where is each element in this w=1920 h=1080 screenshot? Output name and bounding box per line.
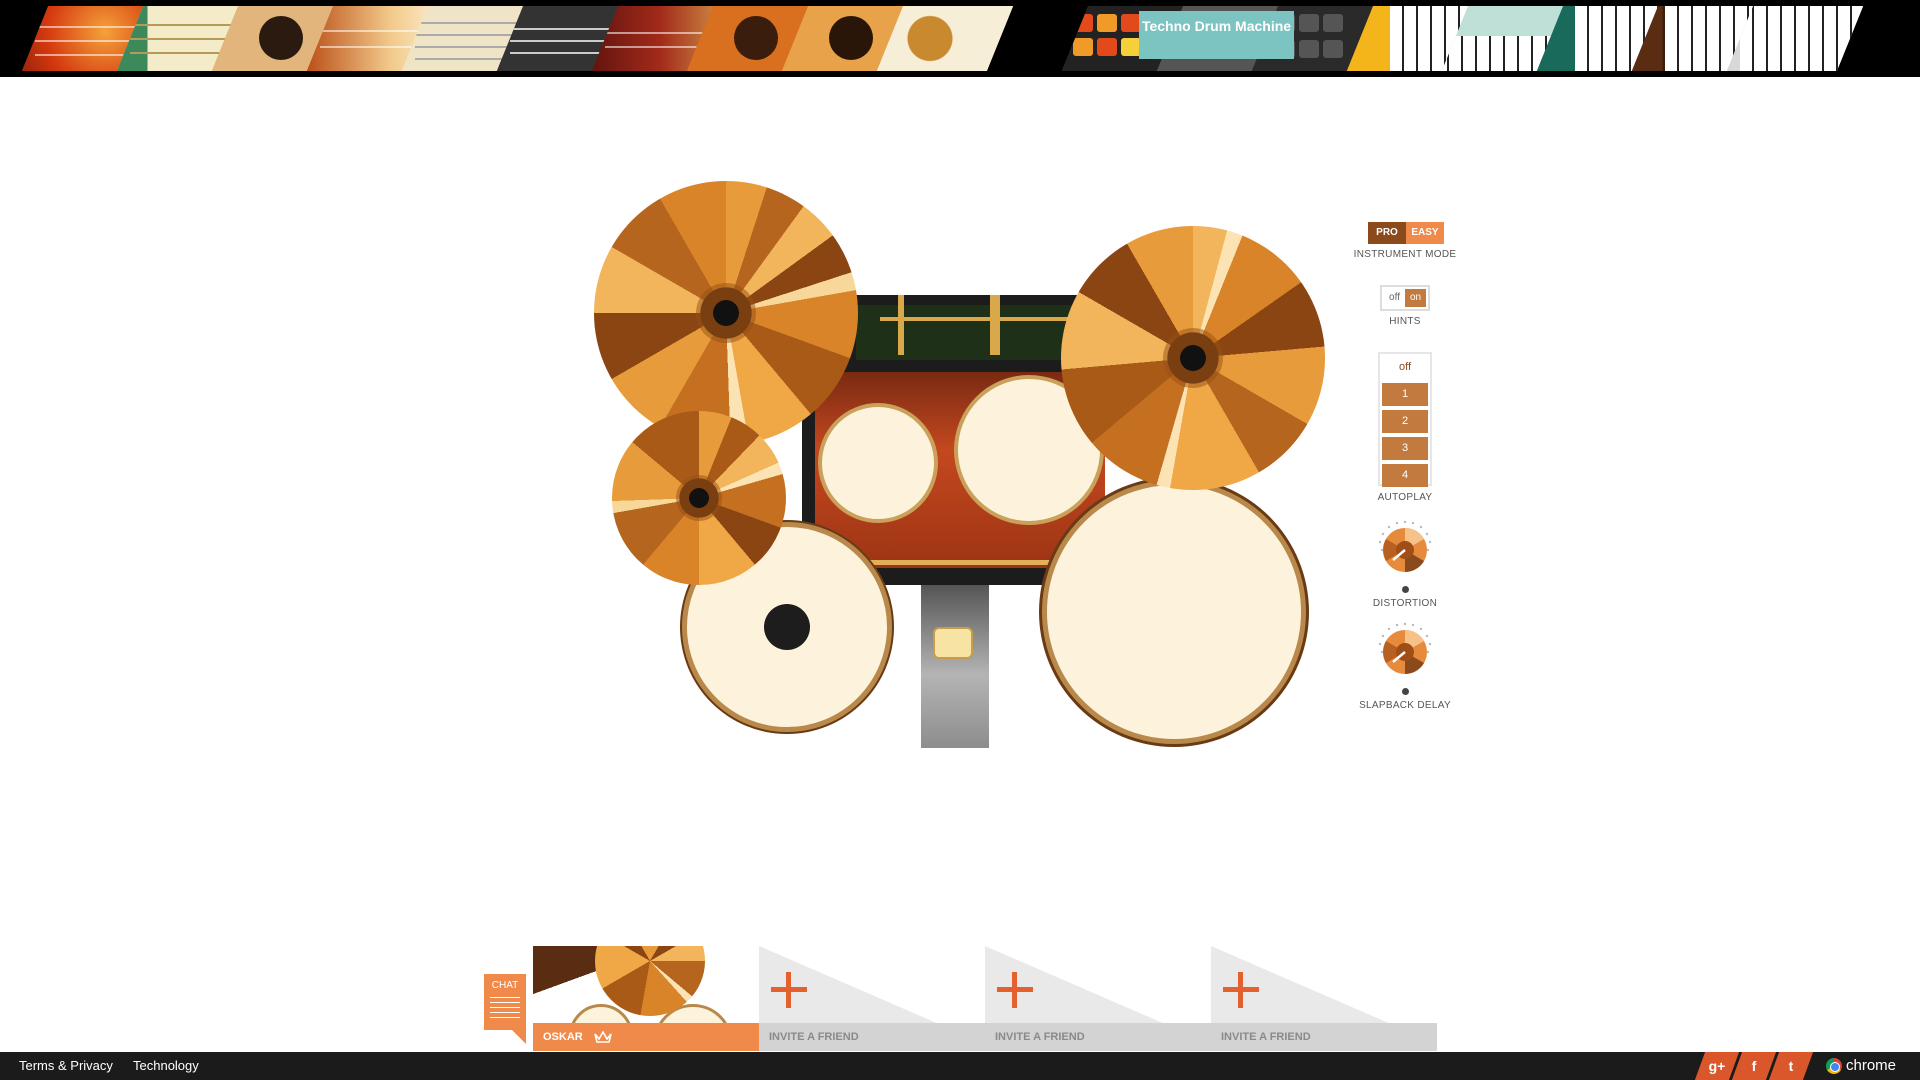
- chrome-logo-icon: [1826, 1058, 1842, 1074]
- invite-slot-1-label: INVITE A FRIEND: [769, 1031, 859, 1043]
- invite-slot-2-label: INVITE A FRIEND: [995, 1031, 1085, 1043]
- snare-hit-marker: [764, 604, 810, 650]
- drum-rack-bar: [880, 317, 1070, 321]
- hihat-cymbal[interactable]: [612, 411, 786, 585]
- chat-label: CHAT: [491, 980, 519, 991]
- crown-icon: [594, 1030, 612, 1043]
- terms-privacy-link[interactable]: Terms & Privacy: [19, 1052, 113, 1080]
- invite-slot-3[interactable]: INVITE A FRIEND: [1211, 1023, 1437, 1051]
- kick-pedal-stand: [921, 585, 989, 748]
- autoplay-label: AUTOPLAY: [1377, 492, 1433, 503]
- host-slot-preview: [533, 946, 759, 1024]
- ride-cymbal-right[interactable]: [1061, 226, 1325, 490]
- autoplay-selector: off 1 2 3 4: [1378, 352, 1432, 487]
- ride-cymbal-right-bell: [1163, 328, 1223, 388]
- chat-lines-icon: [490, 997, 520, 1019]
- mode-option-easy[interactable]: EASY: [1406, 222, 1444, 244]
- autoplay-option-1[interactable]: 1: [1382, 383, 1428, 406]
- crash-cymbal-left[interactable]: [594, 181, 858, 445]
- hints-toggle[interactable]: off on: [1380, 285, 1430, 311]
- footer: Terms & Privacy Technology g+ f t chrome: [0, 1052, 1920, 1080]
- drum-rack-rod-2: [990, 295, 1000, 355]
- invite-slot-1[interactable]: INVITE A FRIEND: [759, 1023, 985, 1051]
- host-player-name: OSKAR: [543, 1031, 583, 1043]
- distortion-indicator-dot: [1402, 586, 1409, 593]
- slapback-delay-knob[interactable]: [1374, 618, 1436, 680]
- autoplay-option-4[interactable]: 4: [1382, 464, 1428, 487]
- slapback-delay-indicator-dot: [1402, 688, 1409, 695]
- slapback-delay-label: SLAPBACK DELAY: [1359, 700, 1451, 711]
- kick-pedal-beater[interactable]: [933, 627, 973, 659]
- invite-slot-2[interactable]: INVITE A FRIEND: [985, 1023, 1211, 1051]
- player-slot-host[interactable]: OSKAR: [533, 1023, 759, 1051]
- tom-small[interactable]: [818, 403, 938, 523]
- drum-rack-top-panel: [856, 305, 1076, 360]
- floor-tom[interactable]: [1042, 480, 1306, 744]
- hihat-cymbal-bell: [676, 475, 722, 521]
- hints-option-off[interactable]: off: [1384, 289, 1405, 307]
- twitter-icon[interactable]: t: [1768, 1052, 1814, 1080]
- invite-slot-1-plus-icon[interactable]: [769, 970, 809, 1010]
- distortion-knob[interactable]: [1374, 516, 1436, 578]
- invite-slot-2-plus-icon[interactable]: [995, 970, 1035, 1010]
- crash-cymbal-left-bell: [696, 283, 756, 343]
- mode-option-pro[interactable]: PRO: [1368, 222, 1406, 244]
- invite-slot-3-plus-icon[interactable]: [1221, 970, 1261, 1010]
- technology-link[interactable]: Technology: [133, 1052, 199, 1080]
- autoplay-option-2[interactable]: 2: [1382, 410, 1428, 433]
- chat-button[interactable]: CHAT: [484, 974, 526, 1030]
- drum-kit: [0, 0, 1920, 1080]
- instrument-mode-toggle[interactable]: PRO EASY: [1368, 222, 1444, 244]
- drum-rack-rod-1: [898, 295, 904, 355]
- chat-pointer-icon: [512, 1030, 526, 1044]
- hints-option-on[interactable]: on: [1405, 289, 1426, 307]
- autoplay-option-3[interactable]: 3: [1382, 437, 1428, 460]
- invite-slot-3-label: INVITE A FRIEND: [1221, 1031, 1311, 1043]
- distortion-label: DISTORTION: [1372, 598, 1438, 609]
- instrument-mode-label: INSTRUMENT MODE: [1353, 249, 1457, 260]
- chrome-brand-link[interactable]: chrome: [1846, 1052, 1896, 1080]
- hints-label: HINTS: [1389, 316, 1421, 327]
- autoplay-option-off[interactable]: off: [1382, 356, 1428, 379]
